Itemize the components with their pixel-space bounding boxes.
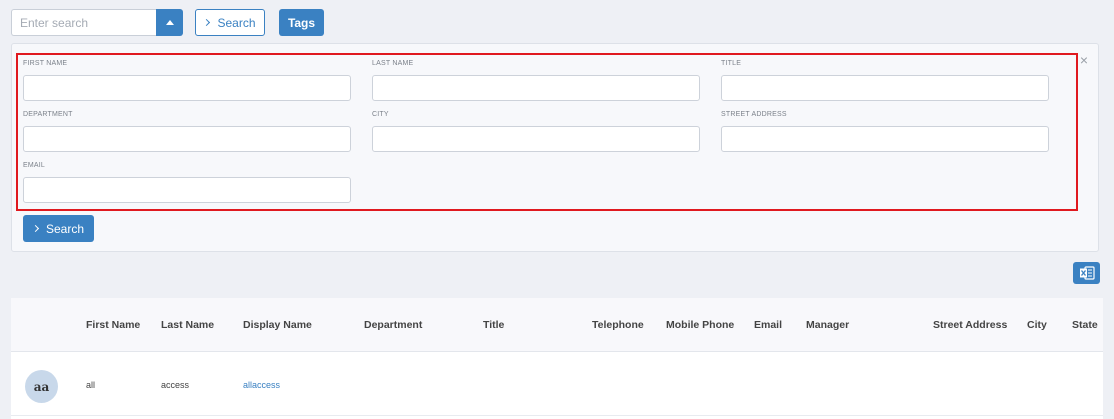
advanced-search-button[interactable]: Search: [23, 215, 94, 242]
cell-first-name: all: [86, 380, 96, 390]
chevron-right-icon: [31, 224, 40, 233]
department-field[interactable]: [23, 126, 351, 152]
chevron-right-icon: [203, 18, 211, 27]
column-display-name[interactable]: Display Name: [243, 319, 312, 331]
last-name-label: LAST NAME: [372, 60, 414, 67]
column-mobile-phone[interactable]: Mobile Phone: [666, 319, 734, 331]
search-button-label: Search: [217, 15, 256, 30]
search-input[interactable]: [11, 9, 156, 36]
first-name-field[interactable]: [23, 75, 351, 101]
email-field[interactable]: [23, 177, 351, 203]
tags-button-label: Tags: [287, 15, 316, 30]
email-label: EMAIL: [23, 162, 46, 169]
column-last-name[interactable]: Last Name: [161, 319, 214, 331]
column-street-address[interactable]: Street Address: [933, 319, 1007, 331]
column-title[interactable]: Title: [483, 319, 504, 331]
street-address-label: STREET ADDRESS: [721, 111, 787, 118]
cell-display-name-link[interactable]: allaccess: [243, 380, 280, 390]
excel-icon: [1079, 266, 1095, 280]
column-department[interactable]: Department: [364, 319, 422, 331]
close-icon[interactable]: ×: [1080, 53, 1088, 67]
department-label: DEPARTMENT: [23, 111, 73, 118]
advanced-search-button-label: Search: [45, 221, 85, 236]
search-options-toggle-button[interactable]: [156, 9, 183, 36]
column-first-name[interactable]: First Name: [86, 319, 140, 331]
avatar: aa: [25, 370, 58, 403]
column-telephone[interactable]: Telephone: [592, 319, 644, 331]
search-button[interactable]: Search: [195, 9, 265, 36]
column-state[interactable]: State: [1072, 319, 1098, 331]
cell-last-name: access: [161, 380, 190, 390]
column-city[interactable]: City: [1027, 319, 1047, 331]
quick-search-bar: [11, 9, 183, 36]
street-address-field[interactable]: [721, 126, 1049, 152]
last-name-field[interactable]: [372, 75, 700, 101]
export-excel-button[interactable]: [1073, 262, 1100, 284]
title-label: TITLE: [721, 60, 742, 67]
tags-button[interactable]: Tags: [279, 9, 324, 36]
advanced-search-panel: × FIRST NAME LAST NAME TITLE DEPARTMENT …: [11, 43, 1099, 252]
column-manager[interactable]: Manager: [806, 319, 849, 331]
city-field[interactable]: [372, 126, 700, 152]
city-label: CITY: [372, 111, 389, 118]
first-name-label: FIRST NAME: [23, 60, 68, 67]
caret-up-icon: [165, 20, 174, 25]
table-header: First Name Last Name Display Name Depart…: [11, 298, 1103, 352]
title-field[interactable]: [721, 75, 1049, 101]
results-table: First Name Last Name Display Name Depart…: [11, 298, 1103, 419]
table-row[interactable]: aa all access allaccess: [11, 352, 1103, 416]
column-email[interactable]: Email: [754, 319, 782, 331]
